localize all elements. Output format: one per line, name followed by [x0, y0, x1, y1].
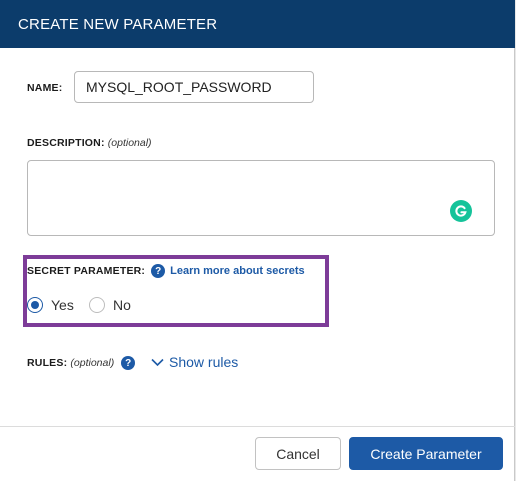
secret-option-no[interactable]: No	[89, 297, 131, 313]
rules-row: RULES: (optional) ?	[27, 356, 136, 370]
description-textarea[interactable]	[27, 160, 495, 236]
radio-yes[interactable]	[27, 297, 43, 313]
name-input[interactable]	[74, 71, 314, 103]
name-label: NAME:	[27, 82, 63, 94]
secret-parameter-row: SECRET PARAMETER: ? Learn more about sec…	[27, 264, 305, 278]
radio-no[interactable]	[89, 297, 105, 313]
show-rules-label: Show rules	[169, 354, 239, 370]
rules-help-icon[interactable]: ?	[121, 356, 136, 370]
secret-parameter-label: SECRET PARAMETER:	[27, 265, 146, 277]
secret-option-yes[interactable]: Yes	[27, 297, 74, 313]
grammarly-icon[interactable]	[450, 200, 472, 222]
create-parameter-dialog: CREATE NEW PARAMETER NAME: DESCRIPTION: …	[0, 0, 515, 481]
description-optional-hint: (optional)	[107, 137, 152, 149]
chevron-down-icon	[151, 358, 164, 366]
description-label-text: DESCRIPTION:	[27, 137, 105, 149]
dialog-header: CREATE NEW PARAMETER	[0, 0, 515, 48]
rules-optional-hint: (optional)	[70, 357, 115, 369]
description-label: DESCRIPTION: (optional)	[27, 137, 152, 149]
rules-label-text: RULES:	[27, 357, 68, 369]
footer-divider	[0, 426, 515, 427]
create-parameter-button[interactable]: Create Parameter	[349, 437, 503, 470]
secret-option-yes-label: Yes	[51, 297, 74, 313]
show-rules-toggle[interactable]: Show rules	[151, 354, 238, 370]
question-icon[interactable]: ?	[151, 264, 166, 278]
dialog-title: CREATE NEW PARAMETER	[18, 15, 218, 33]
cancel-button[interactable]: Cancel	[255, 437, 341, 470]
secret-option-no-label: No	[113, 297, 131, 313]
rules-label: RULES: (optional)	[27, 357, 114, 369]
learn-more-secrets-link[interactable]: Learn more about secrets	[170, 265, 305, 277]
